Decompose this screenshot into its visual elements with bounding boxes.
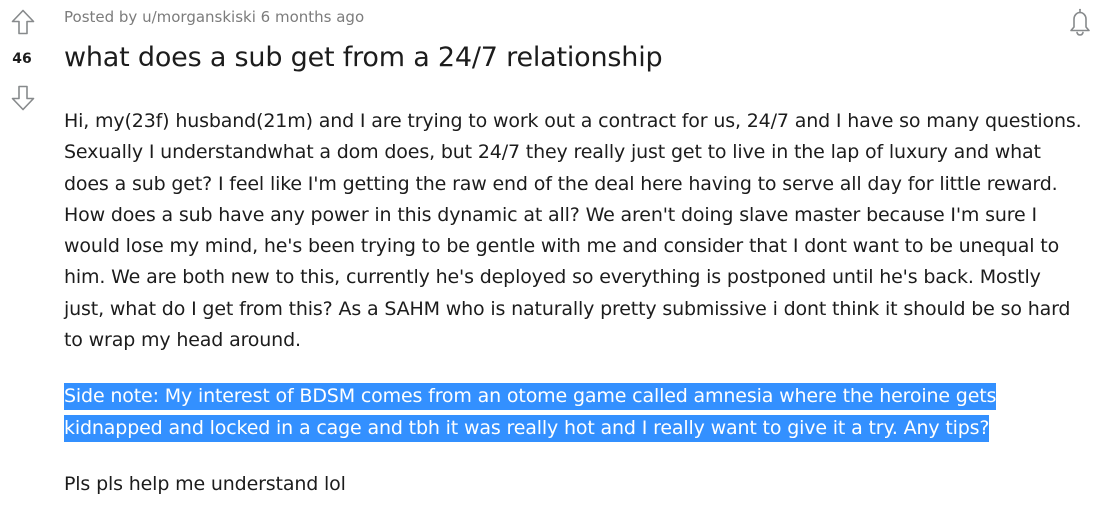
vote-score: 46: [12, 51, 32, 67]
bell-icon: [1070, 8, 1090, 36]
follow-post-button[interactable]: [1064, 6, 1096, 38]
selected-text: Side note: My interest of BDSM comes fro…: [64, 383, 996, 442]
upvote-button[interactable]: [7, 6, 39, 38]
arrow-up-outline-icon: [11, 9, 35, 35]
post-paragraph-selected: Side note: My interest of BDSM comes fro…: [64, 381, 1094, 444]
post-meta: Posted by u/morganskiski 6 months ago: [64, 8, 365, 26]
downvote-button[interactable]: [7, 82, 39, 114]
post-paragraph: Pls pls help me understand lol: [64, 472, 346, 495]
post-title[interactable]: what does a sub get from a 24/7 relation…: [64, 42, 663, 73]
post-paragraph: Hi, my(23f) husband(21m) and I are tryin…: [64, 110, 1082, 352]
post-body: Hi, my(23f) husband(21m) and I are tryin…: [64, 106, 1094, 500]
arrow-down-outline-icon: [11, 85, 35, 111]
